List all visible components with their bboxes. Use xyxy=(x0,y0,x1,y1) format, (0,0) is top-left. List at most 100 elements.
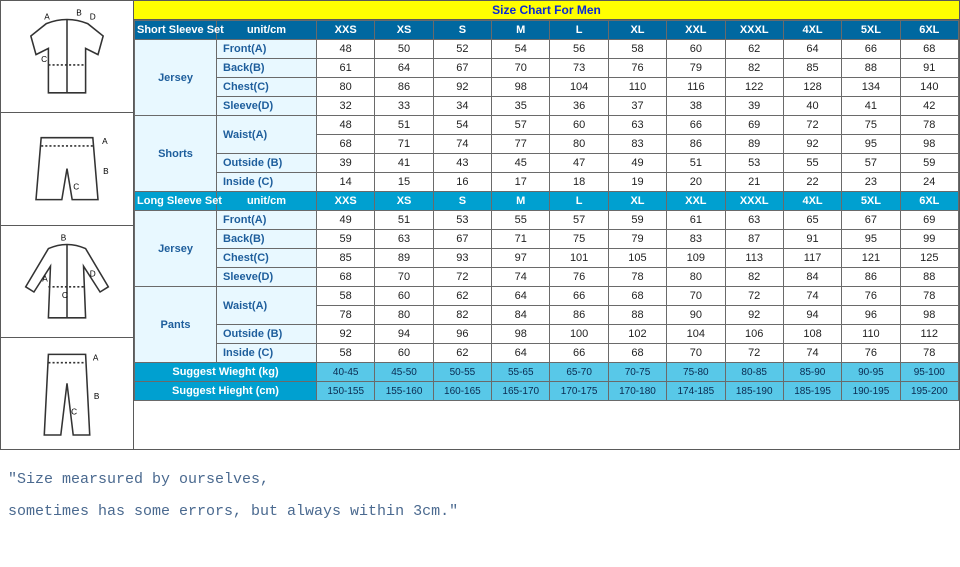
pants-diagram: A B C xyxy=(1,338,133,449)
value-cell: 23 xyxy=(842,173,900,192)
value-cell: 80 xyxy=(375,306,433,325)
value-cell: 95 xyxy=(842,135,900,154)
measurement-label: Back(B) xyxy=(217,59,317,78)
value-cell: 58 xyxy=(317,287,375,306)
value-cell: 66 xyxy=(842,40,900,59)
value-cell: 74 xyxy=(783,344,841,363)
data-row: Chest(C)85899397101105109113117121125 xyxy=(135,249,959,268)
value-cell: 83 xyxy=(667,230,725,249)
value-cell: 62 xyxy=(433,287,491,306)
value-cell: 60 xyxy=(375,287,433,306)
size-header: M xyxy=(492,192,550,211)
value-cell: 49 xyxy=(317,211,375,230)
value-cell: 64 xyxy=(492,344,550,363)
value-cell: 14 xyxy=(317,173,375,192)
value-cell: 37 xyxy=(608,97,666,116)
value-cell: 63 xyxy=(608,116,666,135)
data-row: PantsWaist(A)5860626466687072747678 xyxy=(135,287,959,306)
suggest-value: 195-200 xyxy=(900,382,958,401)
value-cell: 55 xyxy=(783,154,841,173)
size-header: 4XL xyxy=(783,21,841,40)
value-cell: 77 xyxy=(492,135,550,154)
data-row: Back(B)5963677175798387919599 xyxy=(135,230,959,249)
value-cell: 61 xyxy=(317,59,375,78)
value-cell: 64 xyxy=(492,287,550,306)
svg-text:A: A xyxy=(42,274,48,283)
measurement-label: Outside (B) xyxy=(217,325,317,344)
value-cell: 51 xyxy=(667,154,725,173)
value-cell: 63 xyxy=(375,230,433,249)
suggest-value: 95-100 xyxy=(900,363,958,382)
data-row: Outside (B)3941434547495153555759 xyxy=(135,154,959,173)
value-cell: 98 xyxy=(900,135,958,154)
value-cell: 109 xyxy=(667,249,725,268)
value-cell: 57 xyxy=(550,211,608,230)
value-cell: 105 xyxy=(608,249,666,268)
value-cell: 69 xyxy=(725,116,783,135)
value-cell: 52 xyxy=(433,40,491,59)
suggest-value: 75-80 xyxy=(667,363,725,382)
value-cell: 92 xyxy=(317,325,375,344)
value-cell: 49 xyxy=(608,154,666,173)
suggest-value: 155-160 xyxy=(375,382,433,401)
suggest-value: 165-170 xyxy=(492,382,550,401)
size-header: XXXL xyxy=(725,192,783,211)
size-header: 6XL xyxy=(900,21,958,40)
value-cell: 63 xyxy=(725,211,783,230)
value-cell: 47 xyxy=(550,154,608,173)
value-cell: 67 xyxy=(433,230,491,249)
svg-text:B: B xyxy=(94,392,100,401)
svg-text:C: C xyxy=(71,407,77,416)
value-cell: 88 xyxy=(842,59,900,78)
value-cell: 79 xyxy=(667,59,725,78)
value-cell: 68 xyxy=(608,344,666,363)
value-cell: 38 xyxy=(667,97,725,116)
svg-text:B: B xyxy=(61,233,67,242)
svg-text:B: B xyxy=(103,167,109,176)
value-cell: 110 xyxy=(842,325,900,344)
section-header-row: Short Sleeve Setunit/cmXXSXSSMLXLXXLXXXL… xyxy=(135,21,959,40)
footnote-line-2: sometimes has some errors, but always wi… xyxy=(8,496,952,528)
value-cell: 68 xyxy=(317,135,375,154)
value-cell: 41 xyxy=(842,97,900,116)
value-cell: 74 xyxy=(783,287,841,306)
measurement-label: Waist(A) xyxy=(217,116,317,154)
measurement-label: Front(A) xyxy=(217,40,317,59)
suggest-value: 90-95 xyxy=(842,363,900,382)
value-cell: 83 xyxy=(608,135,666,154)
value-cell: 116 xyxy=(667,78,725,97)
suggest-value: 50-55 xyxy=(433,363,491,382)
measurement-label: Chest(C) xyxy=(217,249,317,268)
svg-text:A: A xyxy=(44,12,50,21)
value-cell: 78 xyxy=(900,287,958,306)
suggest-value: 190-195 xyxy=(842,382,900,401)
svg-text:C: C xyxy=(41,55,47,64)
value-cell: 84 xyxy=(783,268,841,287)
size-header: 5XL xyxy=(842,21,900,40)
suggest-label: Suggest Wieght (kg) xyxy=(135,363,317,382)
value-cell: 76 xyxy=(608,59,666,78)
section-name: Short Sleeve Set xyxy=(135,21,217,40)
value-cell: 64 xyxy=(375,59,433,78)
value-cell: 96 xyxy=(433,325,491,344)
value-cell: 68 xyxy=(608,287,666,306)
value-cell: 68 xyxy=(900,40,958,59)
value-cell: 78 xyxy=(900,344,958,363)
value-cell: 43 xyxy=(433,154,491,173)
size-header: 4XL xyxy=(783,192,841,211)
suggest-label: Suggest Hieght (cm) xyxy=(135,382,317,401)
value-cell: 95 xyxy=(842,230,900,249)
value-cell: 100 xyxy=(550,325,608,344)
value-cell: 68 xyxy=(317,268,375,287)
value-cell: 62 xyxy=(725,40,783,59)
suggest-value: 150-155 xyxy=(317,382,375,401)
svg-text:B: B xyxy=(76,8,82,17)
value-cell: 48 xyxy=(317,116,375,135)
value-cell: 57 xyxy=(842,154,900,173)
value-cell: 99 xyxy=(900,230,958,249)
value-cell: 70 xyxy=(667,287,725,306)
jersey-long-diagram: A B D C xyxy=(1,226,133,338)
value-cell: 82 xyxy=(433,306,491,325)
value-cell: 56 xyxy=(550,40,608,59)
value-cell: 51 xyxy=(375,211,433,230)
